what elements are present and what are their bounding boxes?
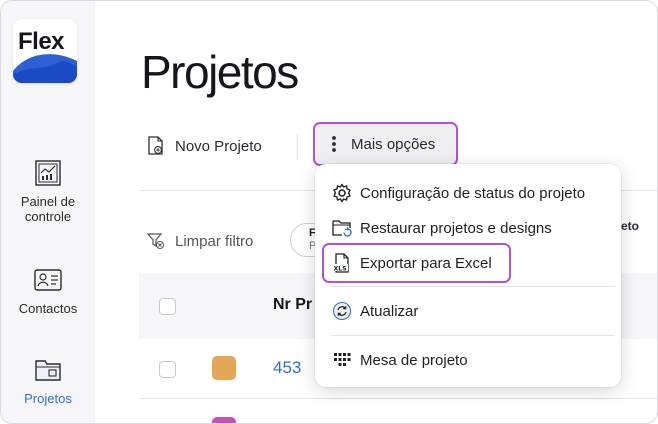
sidebar-item-contacts[interactable]: Contactos <box>1 265 95 316</box>
new-document-icon <box>148 136 163 155</box>
menu-item-label: Restaurar projetos e designs <box>360 219 552 237</box>
refresh-icon <box>332 301 352 321</box>
menu-item-project-board[interactable]: Mesa de projeto <box>315 344 621 376</box>
menu-item-restore[interactable]: Restaurar projetos e designs <box>315 212 621 244</box>
row-color-swatch <box>212 356 236 380</box>
app-window: Flex Painel de controle Contactos Projet… <box>0 0 658 424</box>
menu-item-label: Mesa de projeto <box>360 351 468 369</box>
filter-clear-icon <box>147 233 164 249</box>
sidebar-item-label: Painel de <box>20 194 76 209</box>
sidebar-item-dashboard[interactable]: Painel de controle <box>1 158 95 224</box>
filter-label-partial: eto <box>621 219 639 233</box>
new-project-label: Novo Projeto <box>175 137 262 155</box>
more-options-button[interactable]: Mais opções <box>313 122 458 166</box>
toolbar-divider <box>297 134 298 160</box>
more-options-label: Mais opções <box>351 135 436 153</box>
page-title: Projetos <box>141 46 299 98</box>
row-checkbox[interactable] <box>159 361 176 378</box>
sidebar-item-projects[interactable]: Projetos <box>1 355 95 406</box>
app-logo[interactable]: Flex <box>13 19 77 83</box>
menu-separator <box>331 286 615 287</box>
menu-item-label: Configuração de status do projeto <box>360 184 586 202</box>
dashboard-chart-icon <box>35 160 61 186</box>
menu-item-status-config[interactable]: Configuração de status do projeto <box>315 177 621 209</box>
projects-folder-icon <box>35 360 61 381</box>
column-header-number[interactable]: Nr Pr <box>273 296 312 314</box>
menu-item-refresh[interactable]: Atualizar <box>315 295 621 327</box>
contact-card-icon <box>34 269 62 291</box>
sidebar: Flex Painel de controle Contactos Projet… <box>1 1 95 423</box>
new-project-button[interactable]: Novo Projeto <box>147 135 262 157</box>
row-divider <box>139 398 657 399</box>
project-number-link[interactable]: 453 <box>273 358 301 378</box>
gear-icon <box>333 183 351 203</box>
sidebar-item-label: controle <box>24 209 72 224</box>
clear-filter-button[interactable]: Limpar filtro <box>147 230 253 252</box>
sidebar-item-label: Projetos <box>24 391 72 406</box>
select-all-checkbox[interactable] <box>159 298 176 315</box>
more-vertical-icon <box>332 136 336 152</box>
folder-restore-icon <box>332 220 352 237</box>
logo-text: Flex <box>18 28 65 55</box>
row-color-swatch <box>212 417 236 423</box>
export-highlight <box>322 243 511 283</box>
sidebar-item-label: Contactos <box>18 301 78 316</box>
clear-filter-label: Limpar filtro <box>175 232 254 250</box>
grid-board-icon <box>334 353 351 366</box>
menu-separator <box>331 335 615 336</box>
menu-item-label: Atualizar <box>360 302 419 320</box>
